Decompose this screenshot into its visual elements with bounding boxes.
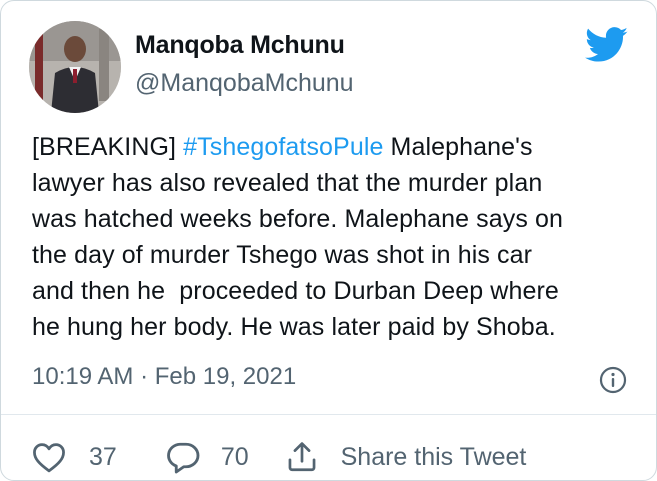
tweet-line: was hatched weeks before. Malephane says… [32, 205, 564, 233]
speech-bubble-icon [166, 442, 200, 474]
author-handle[interactable]: @ManqobaMchunu [135, 69, 354, 98]
tweet-line: [BREAKING] #TshegofatsoPule Malephane's [32, 129, 642, 165]
share-label: Share this Tweet [340, 442, 527, 471]
avatar[interactable] [29, 21, 121, 113]
tweet-line: he hung her body. He was later paid by S… [32, 313, 556, 341]
tweet-text-segment: Malephane's [383, 133, 533, 161]
divider [1, 414, 656, 415]
profile-photo [29, 21, 121, 113]
share-icon [288, 442, 316, 472]
twitter-bird-icon[interactable] [585, 27, 629, 63]
tweet-text-segment: [BREAKING] [32, 133, 184, 161]
hashtag-link[interactable]: #TshegofatsoPule [183, 133, 383, 161]
tweet-text: [BREAKING] #TshegofatsoPule Malephane's … [32, 129, 642, 345]
like-button[interactable]: 37 [31, 441, 165, 473]
heart-icon [33, 443, 65, 473]
reply-button[interactable]: 70 [165, 440, 285, 474]
like-count: 37 [89, 442, 117, 471]
reply-count: 70 [220, 442, 249, 471]
info-icon[interactable] [598, 365, 628, 395]
tweet-line: lawyer has also revealed that the murder… [32, 169, 543, 197]
author-name[interactable]: Manqoba Mchunu [135, 31, 345, 60]
action-bar: 37 70 Share this Tweet [31, 437, 526, 477]
share-button[interactable]: Share this Tweet [285, 439, 527, 475]
tweet-line: the day of murder Tshego was shot in his… [32, 241, 533, 269]
timestamp[interactable]: 10:19 AM · Feb 19, 2021 [32, 363, 296, 391]
tweet-card: Manqoba Mchunu @ManqobaMchunu [BREAKING]… [0, 0, 657, 481]
tweet-line: and then he proceeded to Durban Deep whe… [32, 277, 559, 305]
